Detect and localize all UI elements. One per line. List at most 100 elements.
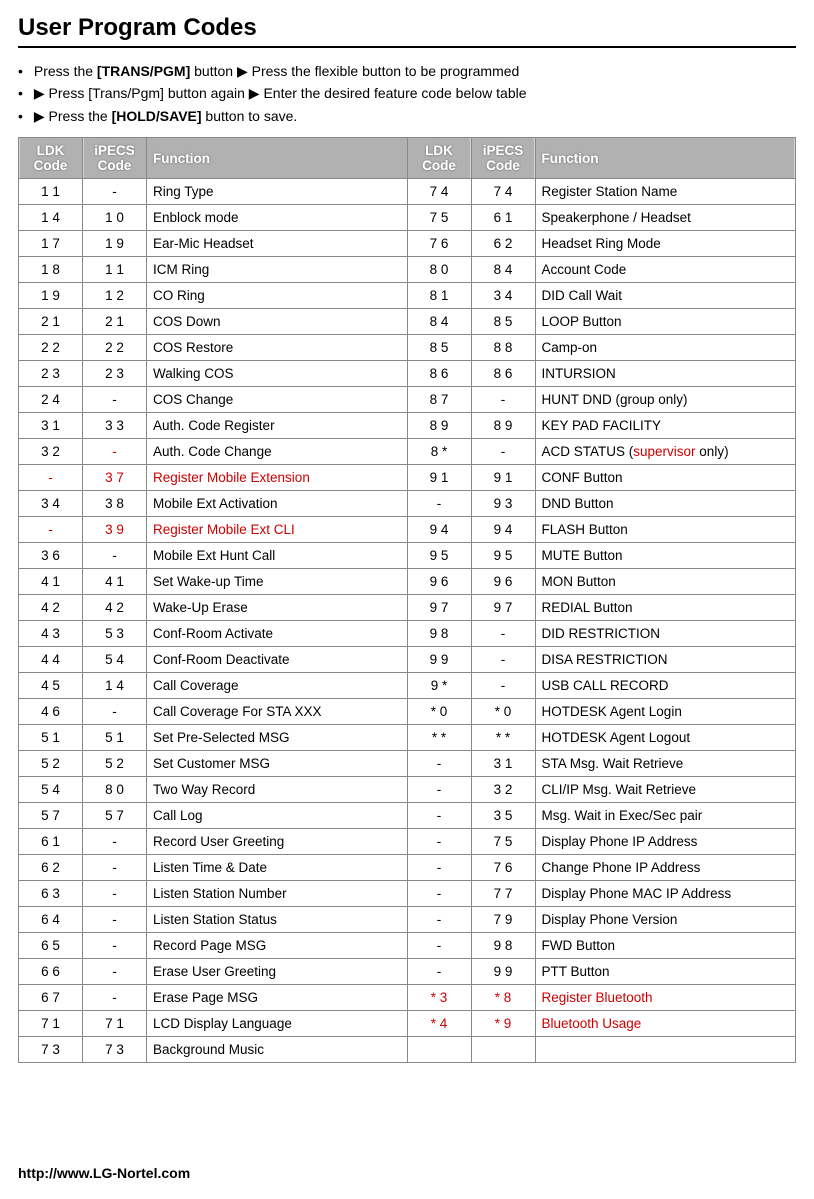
cell-ldk: 5 1: [19, 725, 83, 751]
cell-ipecs: 3 5: [471, 803, 535, 829]
cell-ldk: 6 5: [19, 933, 83, 959]
table-row: 5 15 1Set Pre-Selected MSG* ** *HOTDESK …: [19, 725, 796, 751]
cell-ldk: 8 *: [407, 439, 471, 465]
table-row: 3 13 3Auth. Code Register8 98 9KEY PAD F…: [19, 413, 796, 439]
cell-ldk: -: [407, 855, 471, 881]
cell-ipecs: 2 3: [83, 361, 147, 387]
cell-ipecs: 7 6: [471, 855, 535, 881]
table-row: 6 6-Erase User Greeting-9 9PTT Button: [19, 959, 796, 985]
cell-function: Bluetooth Usage: [535, 1011, 796, 1037]
cell-ipecs: 8 0: [83, 777, 147, 803]
cell-ldk: 7 3: [19, 1037, 83, 1063]
cell-ldk: 6 7: [19, 985, 83, 1011]
cell-function: CO Ring: [147, 283, 408, 309]
table-row: 4 51 4Call Coverage9 *-USB CALL RECORD: [19, 673, 796, 699]
cell-ipecs: -: [471, 387, 535, 413]
cell-ldk: * 3: [407, 985, 471, 1011]
cell-ipecs: * 0: [471, 699, 535, 725]
table-row: -3 7Register Mobile Extension9 19 1CONF …: [19, 465, 796, 491]
cell-ldk: 1 8: [19, 257, 83, 283]
cell-function: Listen Time & Date: [147, 855, 408, 881]
table-row: 6 4-Listen Station Status-7 9Display Pho…: [19, 907, 796, 933]
table-row: 6 2-Listen Time & Date-7 6Change Phone I…: [19, 855, 796, 881]
cell-function: Register Mobile Ext CLI: [147, 517, 408, 543]
cell-ldk: 9 8: [407, 621, 471, 647]
cell-ldk: 9 6: [407, 569, 471, 595]
table-row: 5 75 7Call Log-3 5Msg. Wait in Exec/Sec …: [19, 803, 796, 829]
cell-ldk: -: [407, 881, 471, 907]
cell-ipecs: -: [471, 439, 535, 465]
cell-function: Record Page MSG: [147, 933, 408, 959]
cell-function: Ring Type: [147, 179, 408, 205]
cell-function: Msg. Wait in Exec/Sec pair: [535, 803, 796, 829]
table-row: -3 9Register Mobile Ext CLI9 49 4FLASH B…: [19, 517, 796, 543]
table-row: 7 17 1LCD Display Language* 4* 9Bluetoot…: [19, 1011, 796, 1037]
cell-ldk: 9 *: [407, 673, 471, 699]
cell-function: Register Station Name: [535, 179, 796, 205]
hold-save-bold: [HOLD/SAVE]: [112, 108, 202, 124]
cell-function: KEY PAD FACILITY: [535, 413, 796, 439]
cell-function: CLI/IP Msg. Wait Retrieve: [535, 777, 796, 803]
header-ipecs-left: iPECS Code: [83, 138, 147, 179]
cell-function: Display Phone Version: [535, 907, 796, 933]
cell-ldk: * 0: [407, 699, 471, 725]
cell-function: Two Way Record: [147, 777, 408, 803]
cell-function: Record User Greeting: [147, 829, 408, 855]
cell-ipecs: 7 1: [83, 1011, 147, 1037]
cell-ipecs: * *: [471, 725, 535, 751]
cell-function: Set Pre-Selected MSG: [147, 725, 408, 751]
cell-ipecs: -: [83, 881, 147, 907]
cell-ipecs: 8 4: [471, 257, 535, 283]
table-row: 4 14 1Set Wake-up Time9 69 6MON Button: [19, 569, 796, 595]
cell-function: INTURSION: [535, 361, 796, 387]
cell-ipecs: 3 9: [83, 517, 147, 543]
cell-ldk: -: [407, 777, 471, 803]
table-row: 5 25 2Set Customer MSG-3 1STA Msg. Wait …: [19, 751, 796, 777]
cell-ldk: 2 3: [19, 361, 83, 387]
cell-function: [535, 1037, 796, 1063]
cell-function: STA Msg. Wait Retrieve: [535, 751, 796, 777]
cell-function: Display Phone IP Address: [535, 829, 796, 855]
cell-function: LOOP Button: [535, 309, 796, 335]
instruction-line-1: • Press the [TRANS/PGM] button ▶ Press t…: [18, 60, 796, 82]
text: ▶ Press [Trans/Pgm] button again ▶ Enter…: [34, 85, 527, 101]
cell-ipecs: 3 8: [83, 491, 147, 517]
cell-function: Conf-Room Activate: [147, 621, 408, 647]
cell-ldk: 7 5: [407, 205, 471, 231]
cell-ipecs: 7 3: [83, 1037, 147, 1063]
cell-function: HOTDESK Agent Login: [535, 699, 796, 725]
cell-ldk: 7 1: [19, 1011, 83, 1037]
cell-ipecs: -: [471, 673, 535, 699]
cell-function: Change Phone IP Address: [535, 855, 796, 881]
cell-ipecs: -: [83, 933, 147, 959]
cell-ipecs: 4 2: [83, 595, 147, 621]
text: button ▶ Press the flexible button to be…: [190, 63, 519, 79]
cell-ldk: * 4: [407, 1011, 471, 1037]
table-row: 3 6-Mobile Ext Hunt Call9 59 5MUTE Butto…: [19, 543, 796, 569]
cell-ldk: -: [407, 959, 471, 985]
cell-function: Erase Page MSG: [147, 985, 408, 1011]
cell-ldk: 3 1: [19, 413, 83, 439]
cell-ipecs: -: [83, 855, 147, 881]
cell-ipecs: -: [471, 647, 535, 673]
cell-ldk: 7 4: [407, 179, 471, 205]
cell-function: Walking COS: [147, 361, 408, 387]
footer-url: http://www.LG-Nortel.com: [18, 1165, 190, 1181]
table-header-row: LDK Code iPECS Code Function LDK Code iP…: [19, 138, 796, 179]
cell-function: PTT Button: [535, 959, 796, 985]
cell-function: REDIAL Button: [535, 595, 796, 621]
cell-ipecs: 8 8: [471, 335, 535, 361]
cell-ipecs: 9 1: [471, 465, 535, 491]
cell-ldk: 3 4: [19, 491, 83, 517]
cell-function: Erase User Greeting: [147, 959, 408, 985]
cell-ldk: 3 2: [19, 439, 83, 465]
cell-ldk: 1 7: [19, 231, 83, 257]
cell-function: Background Music: [147, 1037, 408, 1063]
cell-ipecs: [471, 1037, 535, 1063]
cell-function: Camp-on: [535, 335, 796, 361]
cell-ipecs: 2 2: [83, 335, 147, 361]
cell-function: COS Restore: [147, 335, 408, 361]
text: Press the: [34, 63, 97, 79]
cell-ldk: 8 9: [407, 413, 471, 439]
cell-ldk: 4 2: [19, 595, 83, 621]
